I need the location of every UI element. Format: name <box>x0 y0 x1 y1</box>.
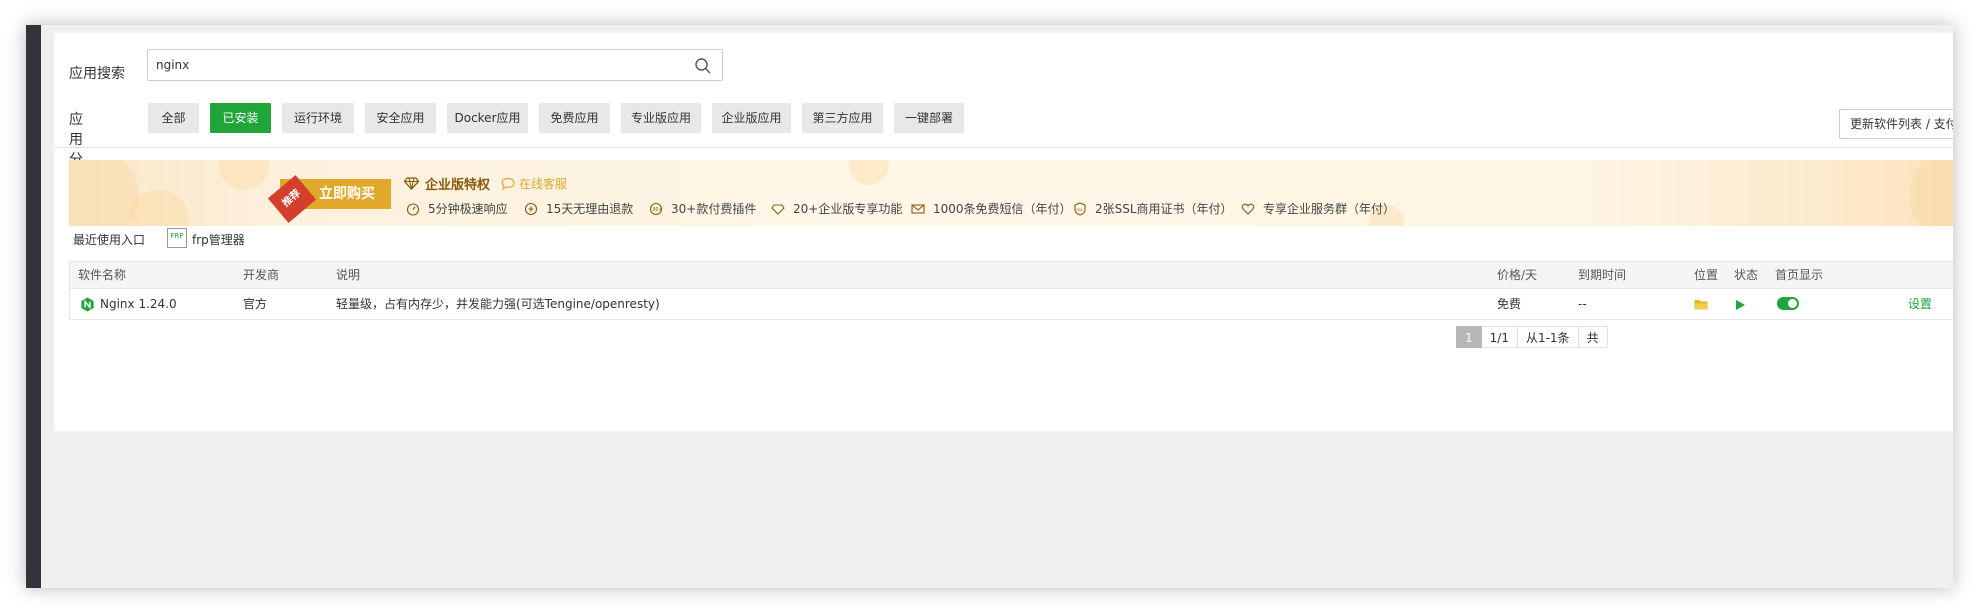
buy-now-label: 立即购买 <box>319 186 375 202</box>
stopwatch-icon <box>406 202 420 216</box>
search-input[interactable] <box>148 50 668 80</box>
header-location: 位置 <box>1694 268 1719 282</box>
heart-icon <box>1241 203 1255 215</box>
svg-text:30+: 30+ <box>652 207 663 213</box>
page-count: 共 <box>1578 326 1608 348</box>
row-desc: 轻量级，占有内存少，并发能力强(可选Tengine/openresty) <box>336 297 660 311</box>
nginx-logo-icon <box>81 297 94 312</box>
category-one-click[interactable]: 一键部署 <box>894 103 964 133</box>
recommend-ribbon: 推荐 <box>267 175 317 223</box>
search-label: 应用搜索 <box>69 66 125 82</box>
banner-decoration <box>219 160 269 190</box>
frp-icon[interactable]: FRP <box>167 228 187 248</box>
recent-label: 最近使用入口 <box>73 232 146 247</box>
row-expire: -- <box>1578 297 1587 311</box>
category-installed[interactable]: 已安装 <box>210 103 271 133</box>
pagination: 1 1/1 从1-1条 共 <box>1456 326 1608 348</box>
online-service-label[interactable]: 在线客服 <box>519 175 567 192</box>
header-name: 软件名称 <box>78 268 127 282</box>
left-sidebar <box>26 25 41 588</box>
feature-label: 15天无理由退款 <box>546 202 634 216</box>
category-all[interactable]: 全部 <box>148 103 199 133</box>
software-table: 软件名称 开发商 说明 价格/天 到期时间 位置 状态 首页显示 Nginx 1… <box>69 261 1953 320</box>
feature-label: 2张SSL商用证书（年付） <box>1095 202 1233 216</box>
feature-item: SSL 2张SSL商用证书（年付） <box>1073 200 1233 217</box>
header-desc: 说明 <box>336 268 361 282</box>
home-display-toggle[interactable] <box>1777 297 1799 310</box>
banner-decoration <box>1909 160 1953 226</box>
online-service-link[interactable]: 在线客服 <box>501 175 567 192</box>
category-runtime[interactable]: 运行环境 <box>282 103 354 133</box>
settings-link[interactable]: 设置 <box>1908 289 1932 319</box>
refund-icon <box>524 202 538 215</box>
gem-icon <box>771 203 785 215</box>
main-panel: 应用搜索 应用分类 全部 已安装 运行环境 安全应用 Docker应用 免费应用… <box>54 33 1953 431</box>
banner-decoration <box>849 160 889 185</box>
buy-now-button[interactable]: 推荐 立即购买 <box>267 175 391 223</box>
diamond-icon <box>404 177 419 190</box>
row-name: Nginx 1.24.0 <box>100 297 177 311</box>
category-enterprise[interactable]: 企业版应用 <box>712 103 791 133</box>
feature-item: 专享企业服务群（年付） <box>1241 200 1395 217</box>
row-developer: 官方 <box>243 297 268 311</box>
category-docker[interactable]: Docker应用 <box>447 103 528 133</box>
category-security[interactable]: 安全应用 <box>365 103 436 133</box>
divider <box>54 147 1953 148</box>
update-list-button[interactable]: 更新软件列表 / 支付 <box>1839 109 1953 139</box>
category-pro[interactable]: 专业版应用 <box>621 103 701 133</box>
header-home: 首页显示 <box>1775 268 1824 282</box>
header-expire: 到期时间 <box>1578 268 1627 282</box>
feature-item: 30+ 30+款付费插件 <box>649 200 756 217</box>
feature-item: 1000条免费短信（年付） <box>911 200 1072 217</box>
page-current[interactable]: 1 <box>1456 326 1482 348</box>
search-input-box[interactable] <box>147 49 723 81</box>
table-row: Nginx 1.24.0 官方 轻量级，占有内存少，并发能力强(可选Tengin… <box>70 289 1953 319</box>
feature-label: 30+款付费插件 <box>671 202 757 216</box>
vip-title-text: 企业版特权 <box>425 178 491 193</box>
row-price: 免费 <box>1497 297 1522 311</box>
play-icon[interactable] <box>1736 300 1745 310</box>
header-developer: 开发商 <box>243 268 280 282</box>
plugin-icon: 30+ <box>649 202 663 215</box>
feature-label: 1000条免费短信（年付） <box>933 202 1072 216</box>
table-header: 软件名称 开发商 说明 价格/天 到期时间 位置 状态 首页显示 <box>70 262 1953 289</box>
category-free[interactable]: 免费应用 <box>539 103 610 133</box>
category-third-party[interactable]: 第三方应用 <box>802 103 883 133</box>
feature-item: 15天无理由退款 <box>524 200 633 217</box>
feature-label: 20+企业版专享功能 <box>793 202 903 216</box>
app-window: 应用搜索 应用分类 全部 已安装 运行环境 安全应用 Docker应用 免费应用… <box>26 25 1953 588</box>
frp-manager-link[interactable]: frp管理器 <box>192 231 245 248</box>
feature-item: 5分钟极速响应 <box>406 200 508 217</box>
recent-entry-label: 最近使用入口 <box>73 229 145 249</box>
ssl-icon: SSL <box>1074 201 1086 216</box>
search-row: 应用搜索 <box>69 57 149 89</box>
feature-label: 专享企业服务群（年付） <box>1263 202 1396 216</box>
folder-icon[interactable] <box>1694 299 1708 310</box>
mail-icon <box>911 203 925 214</box>
svg-text:SSL: SSL <box>1076 207 1083 211</box>
page-range: 从1-1条 <box>1517 326 1579 348</box>
header-status: 状态 <box>1734 268 1759 282</box>
chat-icon <box>501 177 515 190</box>
enterprise-banner: 推荐 立即购买 企业版特权 在线客服 5分钟极速响应 15天无理由退款 30+ … <box>69 160 1953 226</box>
search-icon[interactable] <box>694 57 712 75</box>
vip-title: 企业版特权 <box>404 174 490 193</box>
feature-label: 5分钟极速响应 <box>428 202 508 216</box>
feature-item: 20+企业版专享功能 <box>771 200 902 217</box>
page-total: 1/1 <box>1481 326 1518 348</box>
header-price: 价格/天 <box>1497 268 1538 282</box>
